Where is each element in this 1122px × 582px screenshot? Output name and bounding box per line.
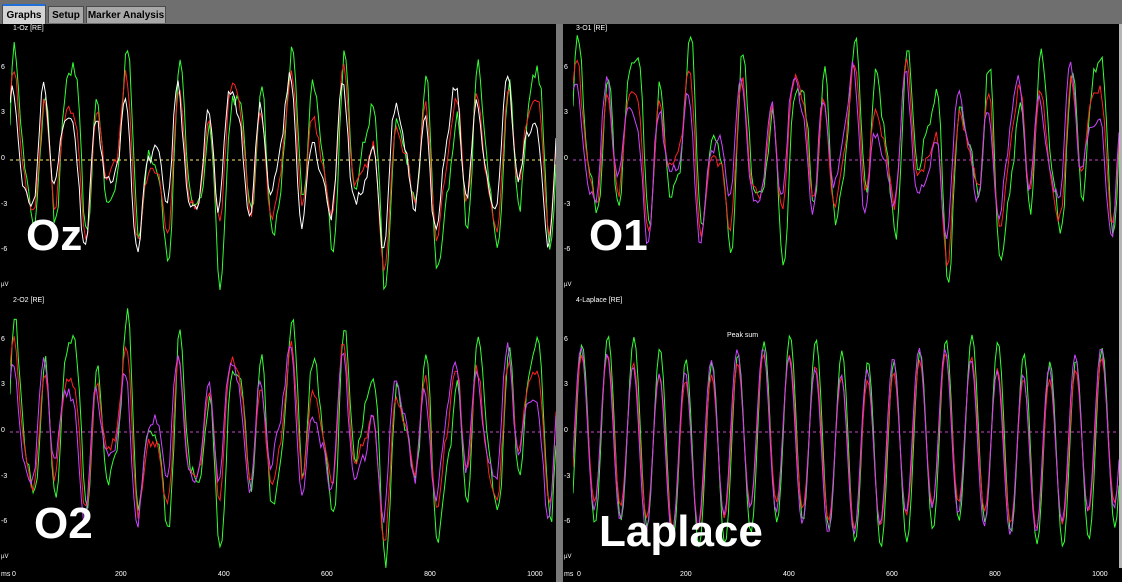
- y-tick-label: -6: [564, 518, 571, 526]
- channel-big-label: O2: [34, 499, 93, 548]
- y-tick-label: 6: [564, 63, 568, 71]
- y-tick-label: 6: [1, 335, 5, 343]
- y-tick-label: -3: [1, 472, 8, 480]
- trace-red: [573, 58, 1119, 268]
- eeg-plot-oz: [10, 42, 556, 291]
- x-unit-label: ms: [1, 571, 11, 578]
- channel-big-label: Oz: [26, 211, 83, 260]
- channel-tag: 2-O2 [RE]: [13, 297, 45, 304]
- channel-tag: 1-Oz [RE]: [13, 25, 44, 32]
- y-tick-label: 0: [564, 155, 568, 162]
- eeg-panel-o1[interactable]: 3-O1 [RE] O1: [573, 24, 1119, 296]
- eeg-panel-oz[interactable]: 1-Oz [RE] Oz: [10, 24, 556, 296]
- splitter-vertical[interactable]: [556, 24, 563, 582]
- y-tick-label: 0: [1, 155, 5, 162]
- eeg-panel-laplace[interactable]: 4-Laplace [RE] Laplace Peak sum: [573, 296, 1119, 568]
- y-tick-label: 3: [564, 381, 568, 389]
- x-tick-label: 400: [783, 571, 795, 578]
- y-unit-label: µV: [564, 554, 572, 560]
- y-tick-label: 3: [564, 109, 568, 117]
- y-tick-label: 6: [1, 63, 5, 71]
- x-unit-label: ms: [564, 571, 574, 578]
- tab-bar: Graphs Setup Marker Analysis: [0, 0, 1122, 24]
- y-tick-label: 6: [564, 335, 568, 343]
- tab-marker-analysis[interactable]: Marker Analysis: [86, 6, 166, 23]
- channel-tag: 4-Laplace [RE]: [576, 297, 623, 304]
- x-tick-label: 600: [321, 571, 333, 578]
- x-tick-label: 200: [115, 571, 127, 578]
- x-tick-label: 1000: [1092, 571, 1108, 578]
- x-tick-label: 200: [680, 571, 692, 578]
- tab-setup[interactable]: Setup: [48, 6, 84, 23]
- y-tick-label: 3: [1, 381, 5, 389]
- trace-red: [10, 63, 556, 272]
- y-unit-label: µV: [1, 282, 9, 288]
- x-tick-label: 400: [218, 571, 230, 578]
- x-tick-label: 800: [424, 571, 436, 578]
- x-tick-label: 600: [886, 571, 898, 578]
- x-axis-right: ms 0 200 400 600 800 1000: [563, 568, 1122, 582]
- eeg-panel-o2[interactable]: 2-O2 [RE] O2: [10, 296, 556, 568]
- trace-red: [573, 352, 1119, 531]
- x-tick-label: 0: [12, 571, 16, 578]
- y-tick-label: -3: [564, 472, 571, 480]
- eeg-plot-o1: [573, 35, 1119, 283]
- channel-big-label: Laplace: [599, 507, 763, 556]
- channel-big-label: O1: [589, 211, 648, 260]
- y-axis-ruler-left: [0, 24, 10, 568]
- y-unit-label: µV: [1, 554, 9, 560]
- y-tick-label: 3: [1, 109, 5, 117]
- y-tick-label: 0: [564, 427, 568, 434]
- y-tick-label: -3: [1, 200, 8, 208]
- marker-label[interactable]: Peak sum: [727, 332, 758, 339]
- x-axis-left: ms 0 200 400 600 800 1000: [0, 568, 556, 582]
- y-tick-label: -6: [564, 246, 571, 254]
- tab-graphs[interactable]: Graphs: [2, 4, 46, 24]
- channel-tag: 3-O1 [RE]: [576, 25, 608, 32]
- y-tick-label: 0: [1, 427, 5, 434]
- x-tick-label: 1000: [527, 571, 543, 578]
- x-tick-label: 800: [989, 571, 1001, 578]
- y-axis-ruler-right: [563, 24, 573, 568]
- y-unit-label: µV: [564, 282, 572, 288]
- y-tick-label: -6: [1, 246, 8, 254]
- y-tick-label: -3: [564, 200, 571, 208]
- y-tick-label: -6: [1, 518, 8, 526]
- x-tick-label: 0: [577, 571, 581, 578]
